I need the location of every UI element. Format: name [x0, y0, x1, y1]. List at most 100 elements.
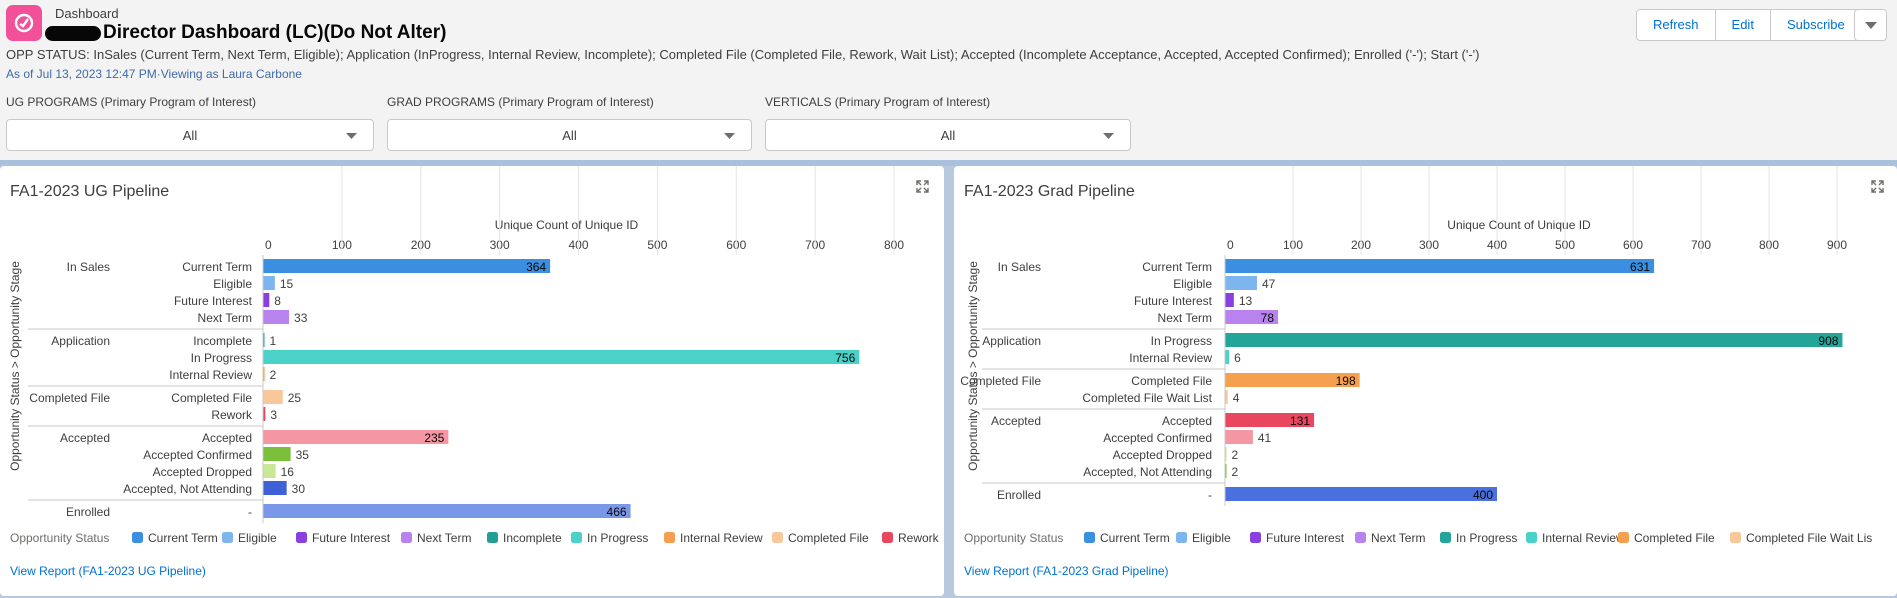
status-label: Completed File: [171, 391, 252, 405]
legend-item: Completed File: [788, 531, 869, 545]
bar-value-label: 3: [270, 408, 277, 422]
status-label: Eligible: [213, 277, 252, 291]
bar-value-label: 41: [1258, 431, 1272, 445]
legend-swatch: [664, 532, 675, 543]
legend-item: In Progress: [1456, 531, 1517, 545]
legend-item: Future Interest: [312, 531, 391, 545]
legend-item: Incomplete: [503, 531, 562, 545]
stage-label: Enrolled: [66, 505, 110, 519]
stage-label: In Sales: [998, 260, 1041, 274]
status-label: Accepted: [202, 431, 252, 445]
bar: [1225, 350, 1230, 364]
bar-value-label: 6: [1234, 351, 1241, 365]
x-tick-label: 0: [1227, 238, 1234, 252]
legend-item: Completed File: [1634, 531, 1715, 545]
bar: [1225, 259, 1655, 273]
stage-label: Completed File: [960, 374, 1041, 388]
bar: [263, 464, 276, 478]
bar: [263, 481, 287, 495]
status-label: Accepted Dropped: [1113, 448, 1212, 462]
legend-item: Current Term: [1100, 531, 1170, 545]
y-axis-title: Opportunity Status > Opportunity Stage: [966, 261, 980, 471]
bar: [1225, 333, 1843, 347]
status-label: Future Interest: [1134, 294, 1213, 308]
status-label: In Progress: [1151, 334, 1212, 348]
filter-select-verticals[interactable]: All: [765, 119, 1131, 151]
legend-swatch: [132, 532, 143, 543]
bar-value-label: 631: [1630, 260, 1650, 274]
status-label: Future Interest: [174, 294, 253, 308]
filter-value-ug: All: [182, 128, 198, 143]
filter-label-verticals: VERTICALS (Primary Program of Interest): [765, 95, 991, 109]
bar-value-label: 400: [1473, 488, 1493, 502]
status-label: -: [1208, 488, 1212, 502]
legend-swatch: [1730, 532, 1741, 543]
x-axis-title: Unique Count of Unique ID: [495, 218, 639, 232]
redacted-name: [45, 25, 101, 41]
status-label: Next Term: [198, 311, 252, 325]
legend-swatch: [1250, 532, 1261, 543]
status-label: Completed File Wait List: [1082, 391, 1212, 405]
status-label: Eligible: [1173, 277, 1212, 291]
status-label: Accepted: [1162, 414, 1212, 428]
more-actions-button[interactable]: [1854, 9, 1887, 41]
chevron-down-icon: [1103, 133, 1114, 139]
status-label: In Progress: [191, 351, 252, 365]
edit-button[interactable]: Edit: [1715, 10, 1771, 40]
legend-swatch: [1440, 532, 1451, 543]
filter-label-grad: GRAD PROGRAMS (Primary Program of Intere…: [387, 95, 654, 109]
bar-value-label: 16: [281, 465, 295, 479]
legend-item: Rework: [898, 531, 940, 545]
bar-value-label: 908: [1818, 334, 1838, 348]
stage-label: Completed File: [29, 391, 110, 405]
subscribe-button[interactable]: Subscribe: [1770, 10, 1861, 40]
bar: [263, 259, 551, 273]
page-title: Director Dashboard (LC)(Do Not Alter): [103, 22, 447, 43]
legend-swatch: [882, 532, 893, 543]
legend-title: Opportunity Status: [10, 531, 109, 545]
filter-label-ug: UG PROGRAMS (Primary Program of Interest…: [6, 95, 257, 109]
dashboard-app-icon: [6, 5, 42, 41]
status-label: Internal Review: [1129, 351, 1212, 365]
stage-label: In Sales: [67, 260, 110, 274]
filter-select-ug[interactable]: All: [6, 119, 374, 151]
stage-label: Enrolled: [997, 488, 1041, 502]
stage-label: Accepted: [60, 431, 110, 445]
filter-value-grad: All: [562, 128, 577, 143]
bar-value-label: 13: [1239, 294, 1253, 308]
grad-pipeline-panel: FA1-2023 Grad Pipeline Unique Count of U…: [954, 166, 1897, 596]
bar: [263, 504, 631, 518]
bar-value-label: 131: [1290, 414, 1310, 428]
status-label: -: [248, 505, 252, 519]
legend-swatch: [222, 532, 233, 543]
status-label: Accepted, Not Attending: [123, 482, 252, 496]
bar-value-label: 2: [270, 368, 277, 382]
legend-swatch: [1526, 532, 1537, 543]
status-label: Current Term: [182, 260, 252, 274]
view-report-link-grad[interactable]: View Report (FA1-2023 Grad Pipeline): [964, 564, 1169, 578]
legend-item: Current Term: [148, 531, 218, 545]
bar-value-label: 2: [1232, 465, 1239, 479]
refresh-button[interactable]: Refresh: [1637, 10, 1716, 40]
legend-item: Internal Review: [1542, 531, 1625, 545]
breadcrumb[interactable]: Dashboard: [55, 6, 119, 21]
status-label: Next Term: [1158, 311, 1212, 325]
legend-swatch: [296, 532, 307, 543]
filter-select-grad[interactable]: All: [387, 119, 752, 151]
legend-swatch: [1355, 532, 1366, 543]
bar: [263, 293, 270, 307]
bar: [263, 276, 275, 290]
legend-item: Eligible: [238, 531, 277, 545]
view-report-link-ug[interactable]: View Report (FA1-2023 UG Pipeline): [10, 564, 206, 578]
legend-item: Next Term: [1371, 531, 1425, 545]
bar: [263, 430, 449, 444]
status-label: Rework: [211, 408, 253, 422]
stage-label: Accepted: [991, 414, 1041, 428]
dashboard-header: Dashboard Director Dashboard (LC)(Do Not…: [0, 0, 1897, 160]
status-label: Accepted, Not Attending: [1083, 465, 1212, 479]
y-axis-title: Opportunity Status > Opportunity Stage: [8, 261, 22, 471]
bar: [263, 447, 291, 461]
status-label: Internal Review: [169, 368, 252, 382]
chevron-down-icon: [346, 133, 357, 139]
legend-item: In Progress: [587, 531, 648, 545]
